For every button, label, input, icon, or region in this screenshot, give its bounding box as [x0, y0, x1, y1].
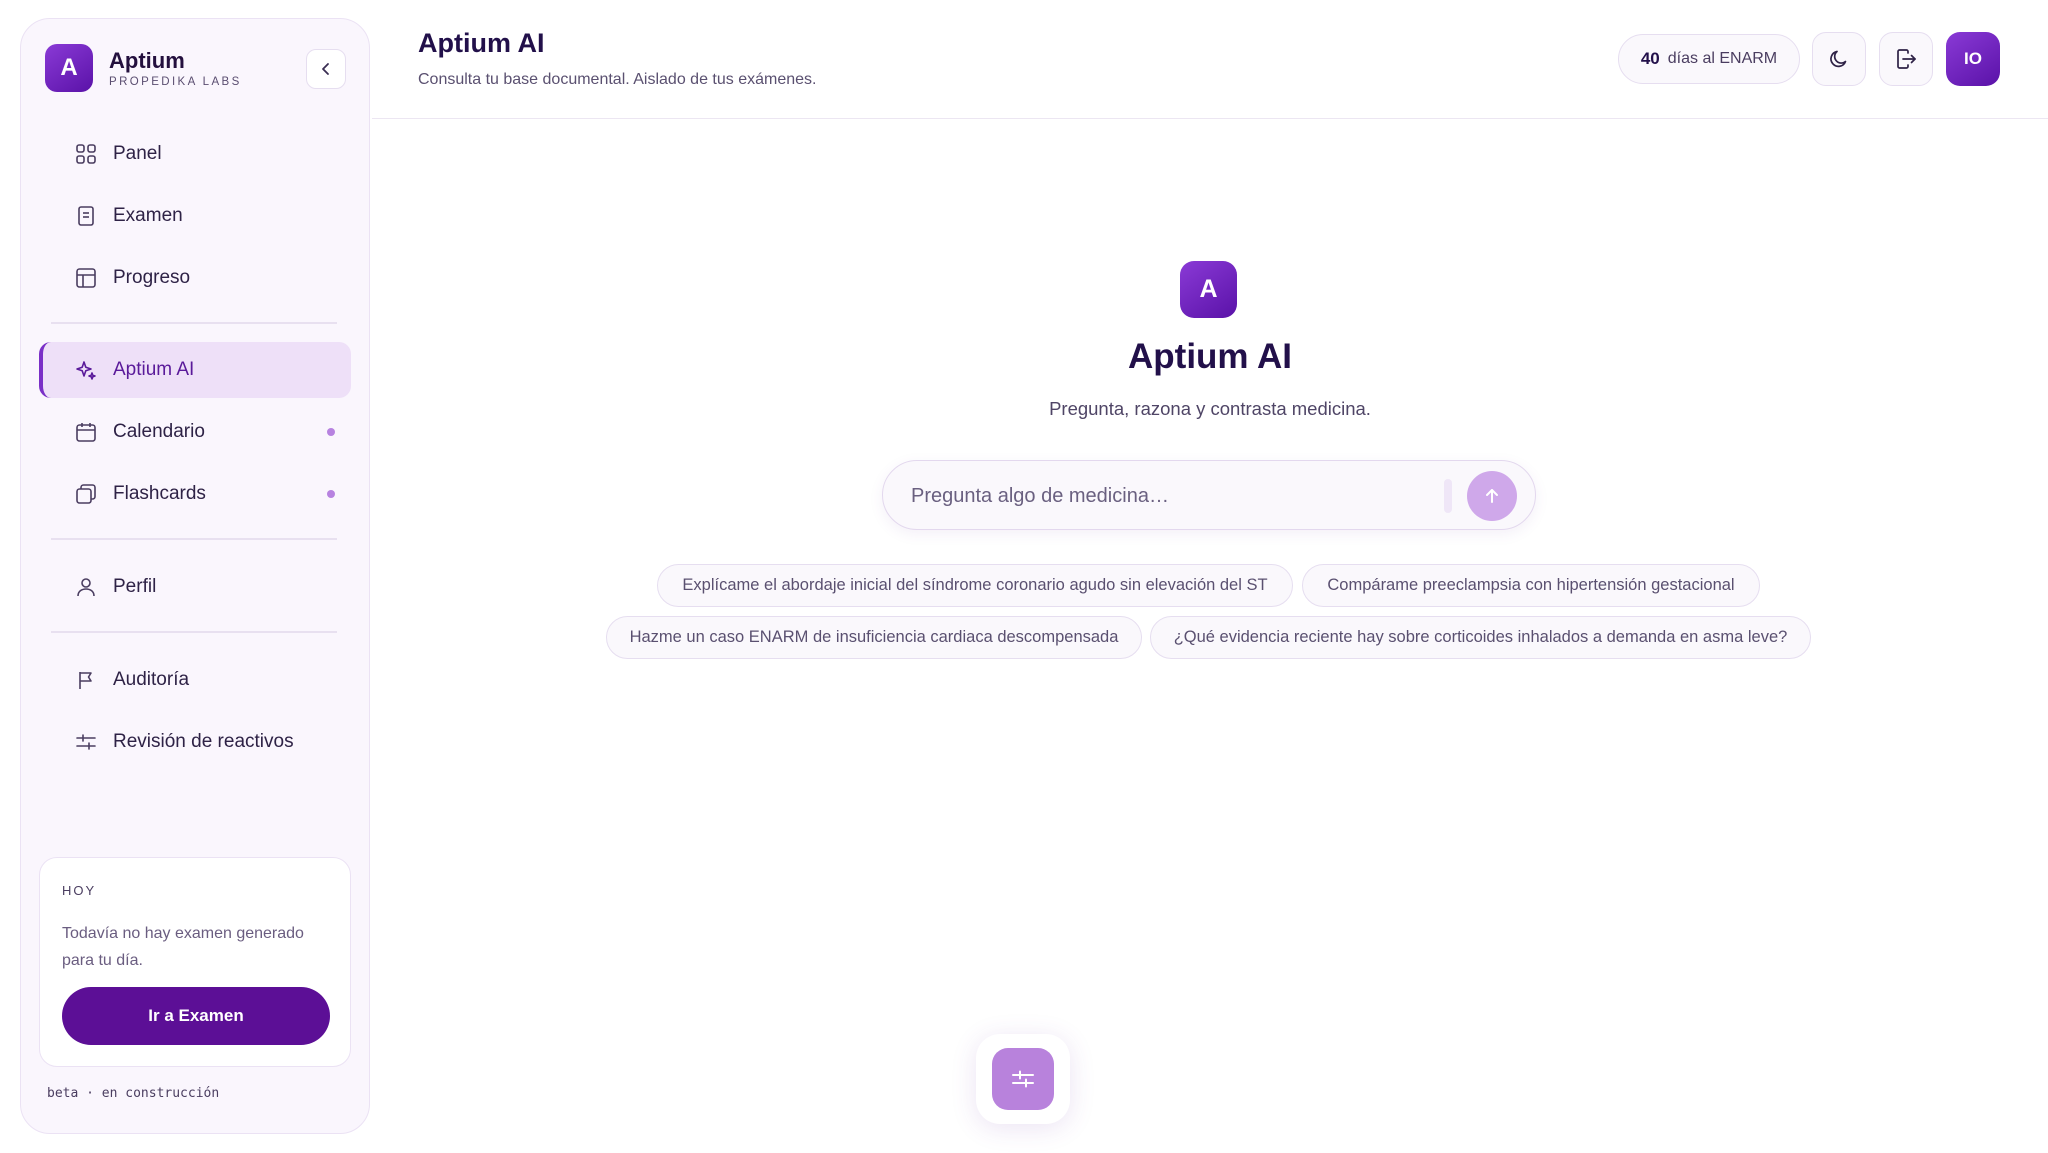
divider	[51, 322, 337, 324]
beta-footer: beta · en construcción	[47, 1086, 220, 1101]
sidebar: A Aptium PROPEDIKA LABS Panel Examen Pro…	[20, 18, 370, 1134]
go-to-exam-button[interactable]: Ir a Examen	[62, 987, 330, 1045]
sidebar-item-label: Flashcards	[113, 483, 206, 504]
suggestion-chip[interactable]: Explícame el abordaje inicial del síndro…	[657, 564, 1293, 607]
today-card: HOY Todavía no hay examen generado para …	[39, 857, 351, 1067]
days-label: días al ENARM	[1667, 50, 1778, 67]
theme-toggle-button[interactable]	[1812, 32, 1866, 86]
sidebar-item-panel[interactable]: Panel	[39, 126, 351, 182]
today-label: HOY	[62, 883, 97, 898]
suggestion-chip[interactable]: ¿Qué evidencia reciente hay sobre cortic…	[1150, 616, 1811, 659]
brand[interactable]: A Aptium PROPEDIKA LABS	[45, 44, 242, 92]
sidebar-item-label: Revisión de reactivos	[113, 731, 294, 752]
flag-icon	[75, 669, 97, 691]
send-button[interactable]	[1467, 471, 1517, 521]
notification-dot	[327, 490, 335, 498]
aptium-ai-logo: A	[1180, 261, 1237, 318]
calendar-icon	[75, 421, 97, 443]
suggestion-chip[interactable]: Hazme un caso ENARM de insuficiencia car…	[606, 616, 1142, 659]
logout-icon	[1897, 49, 1916, 69]
sidebar-item-label: Examen	[113, 205, 183, 226]
chat-input-box	[882, 460, 1536, 530]
sidebar-item-progreso[interactable]: Progreso	[39, 250, 351, 306]
sidebar-item-label: Panel	[113, 143, 162, 164]
document-icon	[75, 205, 97, 227]
notification-dot	[327, 428, 335, 436]
settings-fab-button[interactable]	[992, 1048, 1054, 1110]
sidebar-item-label: Progreso	[113, 267, 191, 288]
user-avatar[interactable]: IO	[1946, 32, 2000, 86]
page-title: Aptium AI	[418, 28, 545, 58]
sidebar-item-revision-reactivos[interactable]: Revisión de reactivos	[39, 714, 351, 770]
divider	[51, 538, 337, 540]
today-message: Todavía no hay examen generado para tu d…	[62, 925, 304, 969]
page-subtitle: Consulta tu base documental. Aislado de …	[418, 71, 817, 88]
brand-logo: A	[45, 44, 93, 92]
brand-subtitle: PROPEDIKA LABS	[109, 76, 242, 88]
chevron-left-icon	[322, 63, 329, 75]
logout-button[interactable]	[1879, 32, 1933, 86]
input-divider	[1444, 479, 1452, 513]
hero-title: Aptium AI	[1128, 337, 1292, 376]
days-count: 40	[1640, 49, 1660, 68]
sidebar-item-flashcards[interactable]: Flashcards	[39, 466, 351, 522]
chat-input[interactable]	[911, 480, 1431, 512]
hero-subtitle: Pregunta, razona y contrasta medicina.	[1049, 398, 1371, 419]
user-icon	[75, 576, 97, 598]
brand-name: Aptium	[109, 48, 185, 73]
cards-icon	[75, 483, 97, 505]
sidebar-item-label: Auditoría	[113, 669, 190, 690]
sidebar-item-auditoria[interactable]: Auditoría	[39, 652, 351, 708]
sidebar-item-label: Calendario	[113, 421, 205, 442]
sidebar-item-label: Perfil	[113, 576, 157, 597]
sliders-icon	[75, 731, 97, 753]
sidebar-item-perfil[interactable]: Perfil	[39, 559, 351, 615]
collapse-sidebar-button[interactable]	[306, 49, 346, 89]
enarm-countdown-badge: 40 días al ENARM	[1618, 34, 1800, 84]
settings-fab-container	[976, 1034, 1070, 1124]
header: Aptium AI Consulta tu base documental. A…	[372, 0, 2048, 119]
sliders-icon	[1012, 1070, 1034, 1088]
divider	[51, 631, 337, 633]
grid-icon	[75, 143, 97, 165]
layout-icon	[75, 267, 97, 289]
moon-icon	[1830, 50, 1847, 68]
arrow-up-icon	[1486, 489, 1498, 503]
suggestion-chip[interactable]: Compárame preeclampsia con hipertensión …	[1302, 564, 1760, 607]
sidebar-item-examen[interactable]: Examen	[39, 188, 351, 244]
